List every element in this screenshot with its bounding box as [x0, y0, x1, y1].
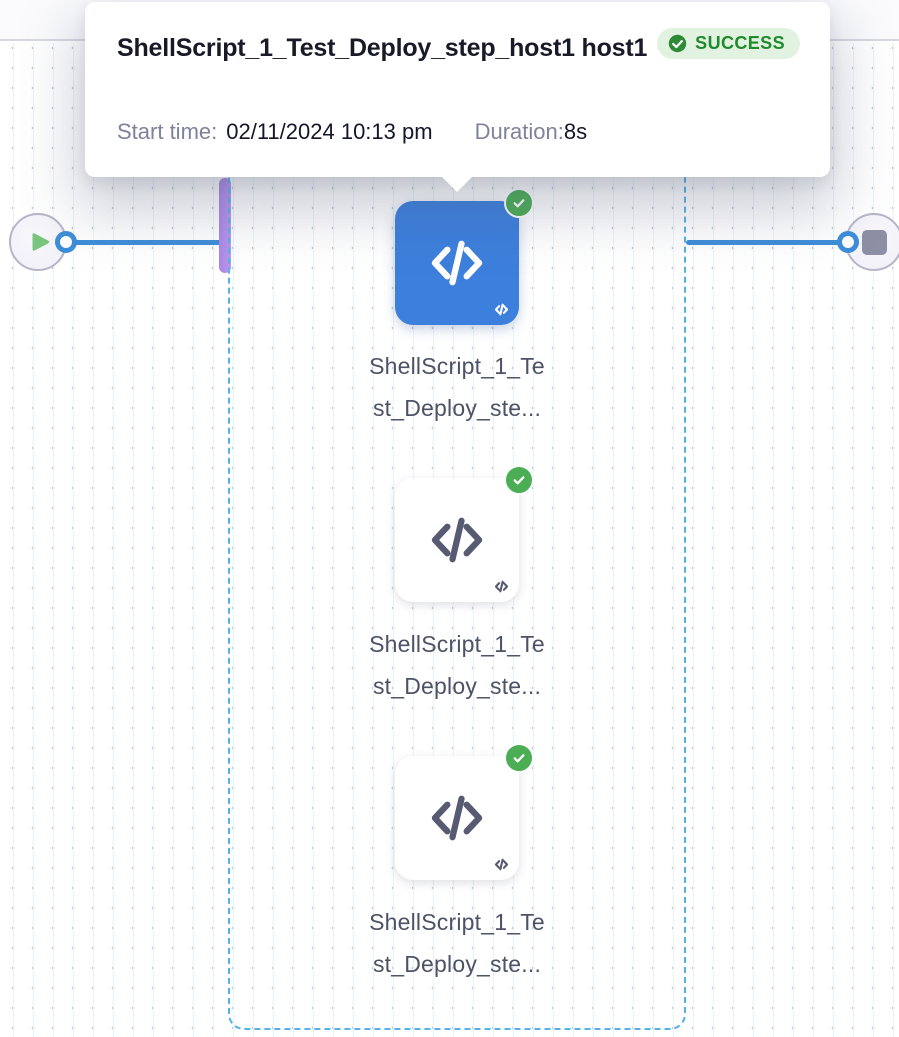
step-label-3: ShellScript_1_Te st_Deploy_ste...: [327, 901, 587, 985]
step-node-1[interactable]: [395, 201, 519, 325]
check-icon: [511, 472, 527, 488]
code-mini-icon: [493, 578, 510, 595]
play-icon: [28, 230, 52, 254]
step-node-2[interactable]: [395, 478, 519, 602]
edge-start-to-stage: [66, 240, 222, 245]
code-icon: [423, 506, 491, 574]
success-badge: [504, 743, 534, 773]
code-mini-icon: [493, 301, 510, 318]
tooltip-title: ShellScript_1_Test_Deploy_step_host1 hos…: [117, 26, 667, 71]
check-circle-icon: [668, 34, 687, 53]
code-icon: [423, 229, 491, 297]
code-mini-icon: [493, 856, 510, 873]
code-icon: [423, 784, 491, 852]
status-label: SUCCESS: [695, 33, 785, 54]
start-time-label: Start time:: [117, 119, 217, 145]
start-connector-ring: [55, 231, 77, 253]
step-label-line: st_Deploy_ste...: [327, 387, 587, 429]
success-badge: [504, 465, 534, 495]
execution-tooltip: ShellScript_1_Test_Deploy_step_host1 hos…: [85, 2, 830, 177]
step-label-line: st_Deploy_ste...: [327, 665, 587, 707]
step-label-line: ShellScript_1_Te: [327, 623, 587, 665]
step-label-1: ShellScript_1_Te st_Deploy_ste...: [327, 345, 587, 429]
end-connector-ring: [837, 231, 859, 253]
duration-label: Duration:: [475, 119, 564, 145]
check-icon: [511, 195, 527, 211]
step-label-line: ShellScript_1_Te: [327, 345, 587, 387]
edge-stage-to-end: [686, 240, 848, 245]
success-badge: [504, 188, 534, 218]
start-time-value: 02/11/2024 10:13 pm: [226, 119, 432, 145]
tooltip-arrow: [441, 176, 473, 192]
step-node-3[interactable]: [395, 756, 519, 880]
duration-value: 8s: [564, 119, 587, 145]
step-label-line: st_Deploy_ste...: [327, 943, 587, 985]
step-label-2: ShellScript_1_Te st_Deploy_ste...: [327, 623, 587, 707]
tooltip-meta: Start time: 02/11/2024 10:13 pm Duration…: [117, 119, 587, 145]
status-badge: SUCCESS: [657, 28, 800, 59]
check-icon: [511, 750, 527, 766]
stop-icon: [862, 230, 887, 255]
step-label-line: ShellScript_1_Te: [327, 901, 587, 943]
